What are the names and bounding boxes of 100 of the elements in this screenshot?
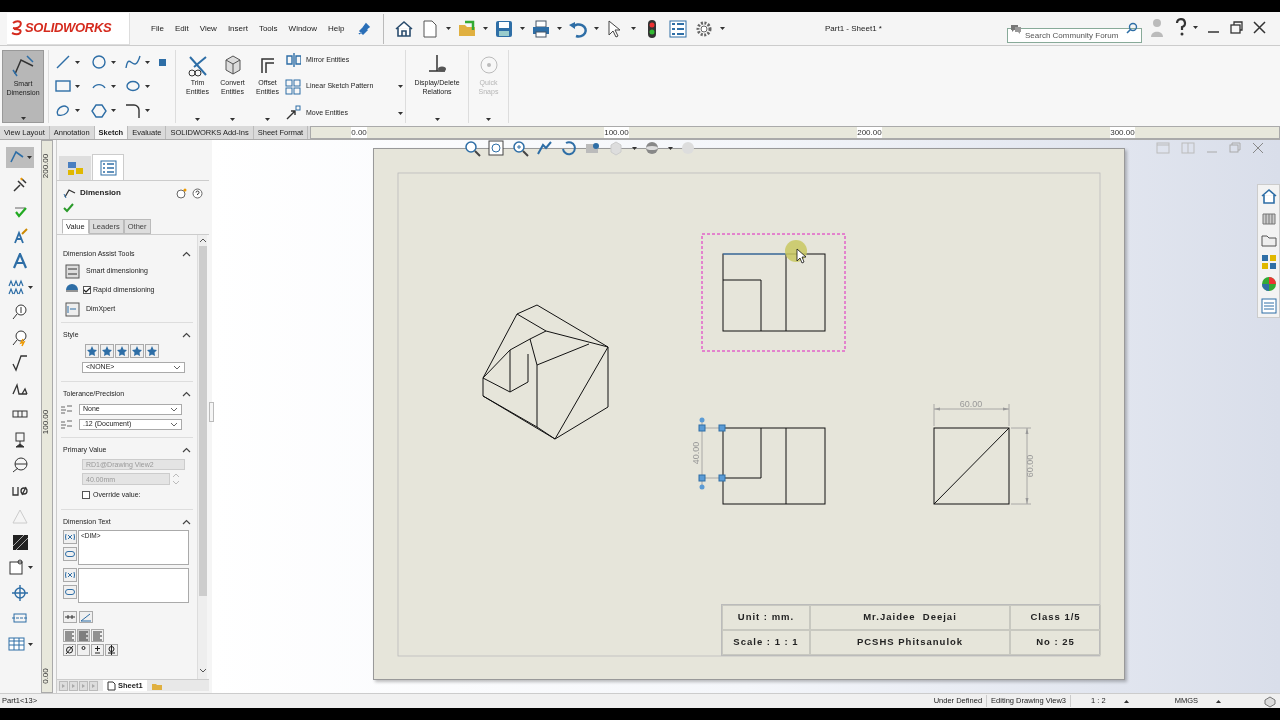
menu-item[interactable]: Help xyxy=(328,22,345,35)
zoom-area-icon[interactable] xyxy=(488,140,505,157)
caret-icon[interactable] xyxy=(668,147,673,150)
save-icon[interactable] xyxy=(493,18,514,39)
inspection-icon[interactable] xyxy=(63,585,77,599)
library-icon[interactable] xyxy=(1260,210,1277,226)
caret-icon[interactable] xyxy=(593,27,599,30)
collapse-icon[interactable] xyxy=(182,331,191,338)
delete-style-icon[interactable] xyxy=(116,345,128,357)
menu-item[interactable]: File xyxy=(151,22,164,35)
mirror-icon[interactable] xyxy=(285,52,301,68)
caret-icon[interactable] xyxy=(20,117,26,120)
pan-icon[interactable] xyxy=(536,140,553,157)
appearance-icon[interactable] xyxy=(1260,276,1277,292)
caret-icon[interactable] xyxy=(75,85,80,88)
open-folder-icon[interactable] xyxy=(456,18,477,39)
scrollbar[interactable] xyxy=(197,235,207,679)
balloon-icon[interactable] xyxy=(11,304,29,321)
datum-target-icon[interactable] xyxy=(11,457,29,474)
linear-pattern-icon[interactable] xyxy=(7,278,25,296)
caret-icon[interactable] xyxy=(434,118,440,121)
caret-icon[interactable] xyxy=(145,85,150,88)
format-painter-icon[interactable] xyxy=(11,227,29,245)
scroll-down-icon[interactable] xyxy=(198,668,207,673)
angle-icon[interactable] xyxy=(79,611,93,623)
caret-icon[interactable] xyxy=(398,85,403,88)
centerline-symbol-icon[interactable] xyxy=(105,644,118,656)
help-icon[interactable] xyxy=(1173,17,1189,37)
caret-up-icon[interactable] xyxy=(1216,699,1221,703)
move-icon[interactable] xyxy=(285,105,301,121)
pattern-icon[interactable] xyxy=(285,78,301,95)
caret-up-icon[interactable] xyxy=(1123,699,1129,703)
caret-icon[interactable] xyxy=(556,27,562,30)
smart-dimension-icon[interactable] xyxy=(11,54,35,78)
menu-item[interactable]: Insert xyxy=(227,22,248,35)
caret-icon[interactable] xyxy=(719,27,725,30)
style-apply-icon[interactable] xyxy=(86,345,98,357)
rotate-icon[interactable] xyxy=(560,140,577,157)
caret-icon[interactable] xyxy=(632,147,637,150)
diameter-icon[interactable] xyxy=(63,644,76,656)
area-hatch-icon[interactable] xyxy=(11,533,29,551)
search-field[interactable]: Search Community Forum xyxy=(1007,28,1142,43)
plus-minus-icon[interactable] xyxy=(91,644,104,656)
caret-icon[interactable] xyxy=(519,27,525,30)
caret-icon[interactable] xyxy=(27,285,33,289)
load-style-icon[interactable] xyxy=(146,345,158,357)
surface-finish-icon[interactable] xyxy=(11,355,29,372)
caret-icon[interactable] xyxy=(482,27,488,30)
caret-icon[interactable] xyxy=(27,566,33,569)
search-icon[interactable] xyxy=(1126,22,1138,34)
caret-icon[interactable] xyxy=(27,642,33,646)
parentheses-icon[interactable] xyxy=(63,568,77,582)
selection-box[interactable] xyxy=(701,233,846,352)
degree-icon[interactable] xyxy=(77,644,90,656)
block-icon[interactable] xyxy=(7,559,25,576)
caret-icon[interactable] xyxy=(265,118,270,121)
checkbox[interactable] xyxy=(83,286,91,294)
caret-icon[interactable] xyxy=(111,85,116,88)
caret-icon[interactable] xyxy=(398,111,403,115)
sphere-icon[interactable] xyxy=(644,140,661,157)
line-icon[interactable] xyxy=(55,54,71,71)
caret-icon[interactable] xyxy=(145,60,150,64)
caret-icon[interactable] xyxy=(445,27,451,30)
close-icon[interactable] xyxy=(1252,19,1267,35)
note-icon[interactable] xyxy=(11,253,29,270)
scroll-up-icon[interactable] xyxy=(198,238,207,243)
feature-tree-tab[interactable] xyxy=(59,156,91,180)
list-options-icon[interactable] xyxy=(667,18,688,39)
collapse-icon[interactable] xyxy=(182,391,191,398)
zoom-in-icon[interactable] xyxy=(512,140,529,157)
checkbox[interactable] xyxy=(82,491,90,500)
dual-arrow-icon[interactable] xyxy=(63,611,77,623)
caret-icon[interactable] xyxy=(75,109,80,113)
caret-icon[interactable] xyxy=(111,60,116,64)
caret-icon[interactable] xyxy=(630,27,636,30)
pin-icon[interactable] xyxy=(356,21,371,36)
palette-icon[interactable] xyxy=(1260,254,1277,270)
splitter-handle[interactable] xyxy=(209,402,214,422)
help-icon[interactable] xyxy=(192,187,203,199)
home-icon[interactable] xyxy=(1260,188,1277,204)
menu-item[interactable]: Tools xyxy=(258,22,278,35)
top-view-drawing[interactable] xyxy=(722,253,826,332)
add-style-icon[interactable] xyxy=(101,345,113,357)
caret-icon[interactable] xyxy=(195,118,200,121)
slot-icon[interactable] xyxy=(55,102,71,119)
fillet-icon[interactable] xyxy=(125,102,141,119)
caret-icon[interactable] xyxy=(145,109,150,113)
dimension-line[interactable] xyxy=(698,417,726,490)
collapse-icon[interactable] xyxy=(182,446,191,453)
right-view-drawing[interactable] xyxy=(933,427,1010,505)
restore-icon[interactable] xyxy=(1229,19,1244,35)
trim-icon[interactable] xyxy=(185,53,210,77)
menu-item[interactable]: Window xyxy=(288,22,318,35)
smart-dimension-tool[interactable] xyxy=(6,147,34,168)
point-icon[interactable] xyxy=(157,56,168,68)
menu-item[interactable]: View xyxy=(199,22,217,35)
center-mark-icon[interactable] xyxy=(11,584,29,602)
list-icon[interactable] xyxy=(99,159,117,176)
collapse-icon[interactable] xyxy=(182,251,191,258)
front-view-drawing[interactable] xyxy=(722,427,826,505)
